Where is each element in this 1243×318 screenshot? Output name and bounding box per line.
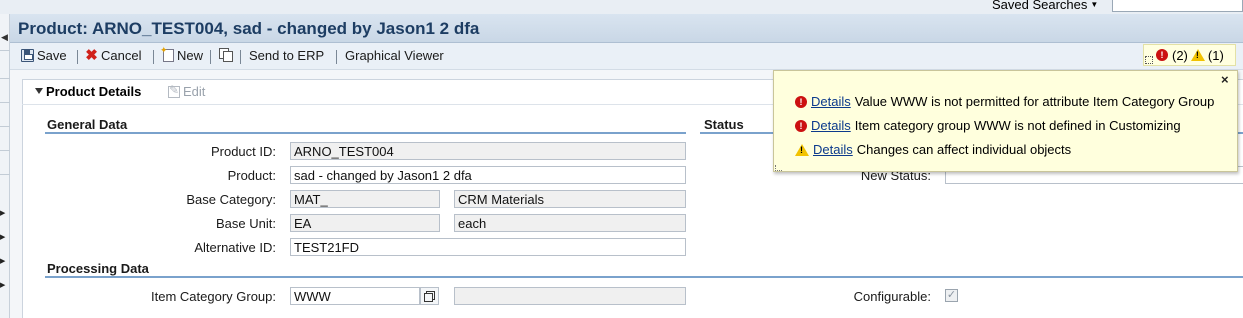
new-label: New [177, 48, 204, 63]
warning-icon [795, 143, 809, 156]
dropdown-caret-icon: ▼ [1090, 0, 1099, 9]
edit-label: Edit [183, 84, 206, 99]
message-row: ! Details Item category group WWW is not… [795, 118, 1181, 133]
toolbar-separator [336, 50, 337, 64]
message-row: Details Changes can affect individual ob… [795, 142, 1071, 157]
saved-searches-menu[interactable]: Saved Searches ▼ [992, 0, 1098, 12]
rail-divider [0, 150, 10, 151]
product-id-label: Product ID: [210, 144, 276, 159]
new-button[interactable]: New [160, 45, 204, 63]
resize-grip-icon[interactable] [1145, 56, 1153, 64]
message-indicator[interactable]: ! (2) (1) [1143, 44, 1236, 66]
panel-title[interactable]: Product Details [46, 84, 141, 99]
cancel-icon: ✖ [85, 47, 98, 64]
rail-divider [0, 174, 10, 175]
general-data-title: General Data [47, 117, 128, 132]
toolbar-separator [153, 50, 154, 64]
toolbar-separator [240, 50, 241, 64]
base-category-field: MAT_ [290, 190, 440, 208]
title-bar: Product: ARNO_TEST004, sad - changed by … [10, 14, 1243, 43]
close-icon[interactable]: × [1221, 72, 1229, 87]
search-input[interactable] [1112, 0, 1243, 12]
send-to-erp-label: Send to ERP [249, 48, 325, 63]
toolbar-separator [210, 50, 211, 64]
warning-icon [1190, 49, 1205, 61]
save-button[interactable]: Save [21, 48, 67, 63]
base-unit-label: Base Unit: [216, 216, 276, 231]
message-text: Changes can affect individual objects [856, 142, 1072, 157]
error-count: (2) [1172, 47, 1188, 63]
details-link[interactable]: Details [811, 94, 851, 109]
rail-arrow-icon[interactable]: ▶ [0, 257, 5, 265]
status-title: Status [704, 117, 744, 132]
section-underline [45, 132, 686, 134]
details-link[interactable]: Details [811, 118, 851, 133]
toolbar-separator [77, 50, 78, 64]
save-label: Save [37, 48, 67, 63]
saved-searches-label: Saved Searches [992, 0, 1088, 12]
rail-divider [0, 126, 10, 127]
rail-arrow-icon[interactable]: ▶ [0, 209, 5, 217]
cancel-label: Cancel [101, 48, 142, 63]
product-description-input[interactable]: sad - changed by Jason1 2 dfa [290, 166, 686, 184]
configurable-checkbox[interactable]: ✓ [945, 289, 958, 302]
base-category-description: CRM Materials [454, 190, 686, 208]
edit-button[interactable]: Edit [168, 83, 206, 99]
message-text: Value WWW is not permitted for attribute… [854, 94, 1215, 109]
rail-collapse-icon[interactable]: ◀ [1, 32, 8, 43]
section-underline [45, 276, 1243, 278]
new-document-icon [160, 45, 174, 62]
warning-count: (1) [1207, 47, 1224, 63]
copy-icon [219, 48, 233, 62]
toolbar: Save ✖ Cancel New Send to ERP Graphical … [10, 43, 1243, 70]
processing-data-title: Processing Data [47, 261, 149, 276]
rail-divider [0, 78, 10, 79]
value-help-icon[interactable] [420, 287, 439, 305]
rail-arrow-icon[interactable]: ▶ [0, 233, 5, 241]
item-category-group-description [454, 287, 686, 305]
graphical-viewer-button[interactable]: Graphical Viewer [345, 48, 444, 63]
rail-divider [0, 50, 10, 51]
alternative-id-input[interactable]: TEST21FD [290, 238, 686, 256]
left-rail: ▶ ▶ ▶ ▶ [0, 14, 10, 318]
item-category-group-input[interactable]: WWW [290, 287, 420, 305]
popup-resize-grip-icon[interactable] [775, 165, 782, 171]
edit-icon [168, 83, 180, 98]
alternative-id-label: Alternative ID: [194, 240, 276, 255]
base-unit-field: EA [290, 214, 440, 232]
page-title: Product: ARNO_TEST004, sad - changed by … [18, 19, 480, 38]
product-id-field: ARNO_TEST004 [290, 142, 686, 160]
message-row: ! Details Value WWW is not permitted for… [795, 94, 1214, 109]
base-unit-description: each [454, 214, 686, 232]
error-icon: ! [1156, 49, 1168, 61]
save-icon [21, 49, 34, 62]
item-category-group-label: Item Category Group: [151, 289, 276, 304]
error-icon: ! [795, 95, 807, 108]
collapse-triangle-icon[interactable] [35, 88, 43, 94]
product-label: Product: [227, 168, 276, 183]
cancel-button[interactable]: ✖ Cancel [85, 48, 141, 63]
send-to-erp-button[interactable]: Send to ERP [249, 48, 324, 63]
details-link[interactable]: Details [813, 142, 853, 157]
base-category-label: Base Category: [186, 192, 276, 207]
message-text: Item category group WWW is not defined i… [854, 118, 1181, 133]
error-icon: ! [795, 119, 807, 132]
configurable-label: Configurable: [853, 289, 931, 304]
rail-arrow-icon[interactable]: ▶ [0, 281, 5, 289]
rail-divider [0, 102, 10, 103]
graphical-viewer-label: Graphical Viewer [345, 48, 444, 63]
copy-button[interactable] [219, 48, 235, 62]
